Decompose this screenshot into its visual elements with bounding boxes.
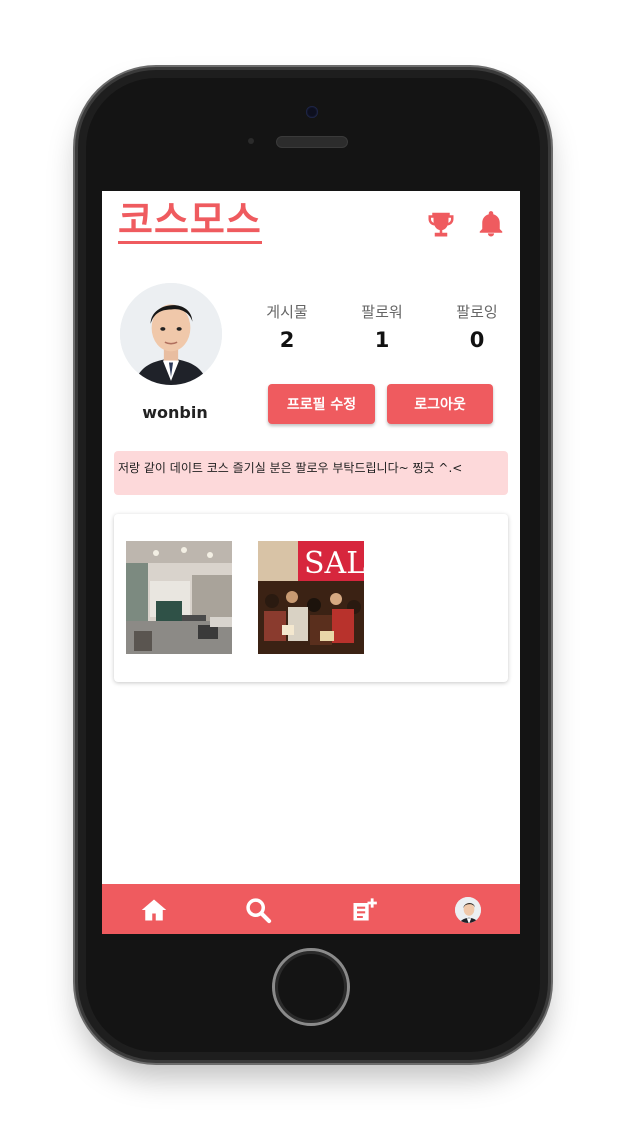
app-screen: 코스모스 wonbin 게시물 2 팔로워 1 팔로잉 0 프로필 수정 로그아… [102,191,520,934]
nav-profile-avatar[interactable] [452,894,484,926]
posts-grid: SAL [114,514,508,682]
app-logo[interactable]: 코스모스 [118,199,262,244]
new-post-icon[interactable] [348,894,380,926]
earpiece-speaker [276,136,348,148]
front-camera [306,106,318,118]
sale-sign-text: SAL [304,546,364,581]
bell-icon[interactable] [476,209,506,243]
stat-value: 1 [374,328,390,352]
stat-value: 0 [469,328,485,352]
stat-posts[interactable]: 게시물 2 [252,301,322,352]
home-button[interactable] [272,948,350,1026]
sale-store-crowd-photo: SAL [258,541,364,654]
edit-profile-button[interactable]: 프로필 수정 [268,384,375,424]
home-icon[interactable] [138,894,170,926]
logout-button[interactable]: 로그아웃 [387,384,493,424]
trophy-icon[interactable] [426,209,456,243]
post-thumbnail[interactable] [126,541,232,654]
stat-followers[interactable]: 팔로워 1 [347,301,417,352]
post-thumbnail[interactable]: SAL [258,541,364,654]
stat-following[interactable]: 팔로잉 0 [442,301,512,352]
profile-username: wonbin [142,403,208,422]
stat-label: 팔로잉 [456,303,498,321]
stat-label: 게시물 [266,303,308,321]
bottom-nav [102,884,520,934]
profile-bio: 저랑 같이 데이트 코스 즐기실 분은 팔로우 부탁드립니다~ 찡긋 ^.< [114,451,508,495]
stat-label: 팔로워 [361,303,403,321]
profile-avatar[interactable] [120,283,222,385]
profile-stats: 게시물 2 팔로워 1 팔로잉 0 [252,301,512,352]
proximity-sensor [248,138,254,144]
search-icon[interactable] [242,894,274,926]
header-actions [426,209,506,243]
avatar [455,897,481,923]
cafe-interior-photo [126,541,232,654]
stat-value: 2 [279,328,295,352]
profile-photo [120,283,222,385]
